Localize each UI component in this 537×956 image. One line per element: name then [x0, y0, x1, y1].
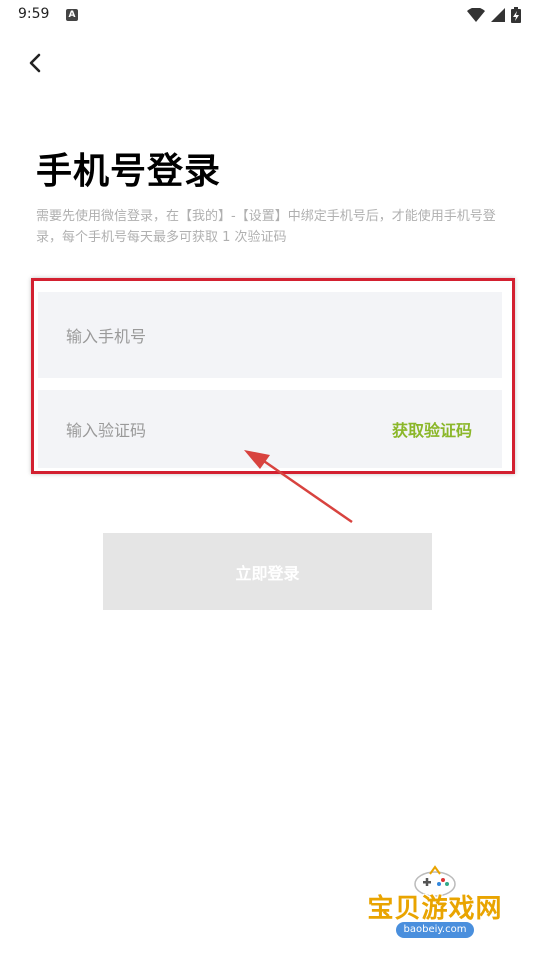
login-submit-button[interactable]: 立即登录: [103, 533, 432, 610]
signal-icon: [491, 8, 505, 22]
verification-code-input[interactable]: [64, 390, 358, 470]
page-title: 手机号登录: [36, 151, 222, 192]
chevron-left-icon: [29, 53, 41, 73]
status-time: 9:59: [18, 6, 50, 22]
code-field: 获取验证码: [38, 390, 502, 470]
watermark-logo: 宝贝游戏网 baobeiy.com: [360, 862, 510, 952]
phone-input[interactable]: [64, 292, 358, 380]
watermark-brand: 宝贝游戏网: [367, 894, 503, 924]
wifi-icon: [467, 8, 485, 22]
phone-field: [38, 292, 502, 380]
battery-charging-icon: [511, 7, 521, 23]
back-button[interactable]: [18, 46, 52, 80]
status-bar: 9:59 A: [0, 0, 537, 32]
a-box-icon: A: [66, 9, 78, 21]
status-icons: [467, 6, 521, 24]
gamepad-icon: [414, 865, 456, 897]
watermark-domain: baobeiy.com: [396, 922, 474, 938]
get-code-button[interactable]: 获取验证码: [392, 390, 472, 468]
login-description: 需要先使用微信登录，在【我的】-【设置】中绑定手机号后，才能使用手机号登录，每个…: [36, 209, 496, 245]
